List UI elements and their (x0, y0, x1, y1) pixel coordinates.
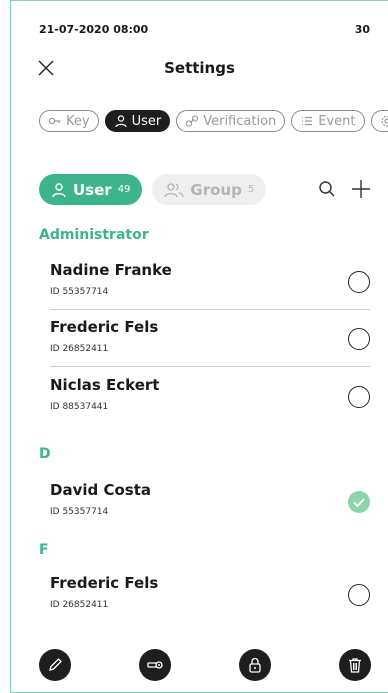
lock-button[interactable] (239, 649, 271, 681)
list-item[interactable]: David Costa ID 55357714 (50, 473, 370, 530)
segment-group[interactable]: Group 5 (152, 174, 267, 205)
divider (50, 366, 370, 367)
chip-user[interactable]: User (104, 110, 171, 132)
edit-button[interactable] (39, 649, 71, 681)
select-radio[interactable] (348, 328, 370, 350)
status-bar: 21-07-2020 08:00 30 (39, 23, 370, 39)
user-name: Nadine Franke (50, 261, 172, 279)
key-button[interactable] (139, 649, 171, 681)
delete-button[interactable] (339, 649, 371, 681)
header: Settings (11, 57, 388, 81)
user-group-toggle: User 49 Group 5 (39, 174, 267, 205)
user-icon (114, 115, 127, 128)
checkmark-icon (353, 498, 365, 508)
gear-icon (381, 115, 388, 127)
segment-group-label: Group (190, 180, 242, 199)
segment-group-count: 5 (247, 184, 255, 195)
page-title: Settings (164, 59, 235, 77)
chip-event[interactable]: Event (291, 110, 365, 132)
user-name: Frederic Fels (50, 318, 159, 336)
status-datetime: 21-07-2020 08:00 (39, 23, 149, 36)
link-icon (186, 115, 199, 127)
filter-chips: Key User Verification Event (39, 110, 388, 132)
user-name: David Costa (50, 481, 151, 499)
pencil-icon (49, 658, 62, 671)
section-title-f: F (39, 542, 49, 558)
select-radio[interactable] (348, 386, 370, 408)
chip-verification-label: Verification (203, 113, 277, 129)
list-item[interactable]: Niclas Eckert ID 88537441 (50, 368, 370, 425)
key-icon (48, 117, 61, 125)
add-icon[interactable] (351, 179, 371, 199)
chip-key[interactable]: Key (39, 110, 99, 132)
select-radio[interactable] (348, 271, 370, 293)
list-item[interactable]: Nadine Franke ID 55357714 (50, 253, 370, 310)
group-icon (164, 182, 185, 197)
selected-check[interactable] (348, 491, 370, 513)
app-frame: 21-07-2020 08:00 30 Settings Key User Ve… (10, 0, 388, 693)
chip-verification[interactable]: Verification (176, 110, 286, 132)
search-icon[interactable] (317, 179, 337, 199)
trash-icon (349, 658, 361, 673)
list-icon (302, 116, 313, 126)
user-id: ID 55357714 (50, 507, 109, 517)
segment-user-label: User (73, 180, 112, 199)
select-radio[interactable] (348, 584, 370, 606)
chip-event-label: Event (318, 113, 356, 129)
lock-icon (249, 657, 261, 673)
list-item[interactable]: Frederic Fels ID 26852411 (50, 310, 370, 367)
user-id: ID 26852411 (50, 600, 109, 610)
section-title-administrator: Administrator (39, 227, 149, 243)
user-id: ID 26852411 (50, 344, 109, 354)
user-id: ID 88537441 (50, 402, 109, 412)
segment-user-count: 49 (117, 184, 131, 195)
chip-settings[interactable] (370, 110, 388, 132)
section-title-d: D (39, 446, 51, 462)
chip-key-label: Key (66, 113, 90, 129)
user-name: Frederic Fels (50, 574, 159, 592)
user-name: Niclas Eckert (50, 376, 160, 394)
user-icon (52, 182, 66, 197)
status-right-value: 30 (354, 23, 370, 36)
list-item[interactable]: Frederic Fels ID 26852411 (50, 566, 370, 623)
segment-user[interactable]: User 49 (39, 174, 143, 205)
chip-user-label: User (131, 113, 162, 129)
key-icon (147, 661, 163, 669)
user-id: ID 55357714 (50, 287, 109, 297)
bottom-toolbar (11, 649, 388, 685)
